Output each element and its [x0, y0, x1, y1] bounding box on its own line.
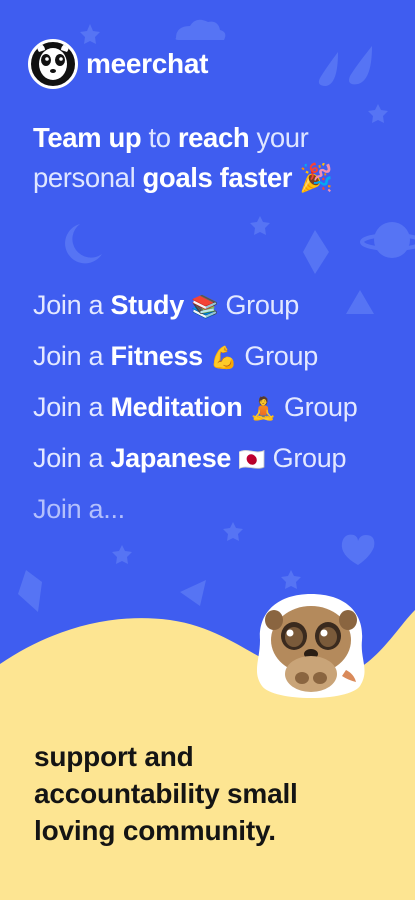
flexed-biceps-icon: 💪 — [210, 345, 238, 370]
group-prefix: Join a — [33, 443, 111, 473]
meerkat-logo-icon — [28, 39, 78, 89]
drop-decoration-icon — [318, 52, 338, 86]
group-prefix: Join a — [33, 392, 111, 422]
headline-text: Team up — [33, 122, 142, 153]
group-prefix: Join a — [33, 290, 111, 320]
tagline: support and accountability small loving … — [34, 738, 394, 849]
list-item: Join a... — [33, 484, 413, 535]
group-prefix: Join a... — [33, 494, 125, 524]
group-name: Study — [110, 290, 184, 320]
group-suffix: Group — [244, 341, 318, 371]
star-decoration-icon — [250, 216, 270, 235]
headline: Team up to reach your personal goals fas… — [33, 118, 393, 198]
party-popper-icon: 🎉 — [292, 162, 334, 193]
headline-text: goals faster — [142, 162, 293, 193]
group-suffix: Group — [272, 443, 347, 473]
headline-text: reach — [177, 122, 250, 153]
tagline-line: accountability small — [34, 778, 298, 809]
tagline-line: support and — [34, 741, 194, 772]
group-name: Meditation — [110, 392, 243, 422]
meditation-icon: 🧘 — [249, 396, 277, 421]
tagline-line: loving community. — [34, 815, 276, 846]
books-icon: 📚 — [191, 294, 219, 319]
group-suffix: Group — [225, 290, 300, 320]
list-item: Join a Meditation 🧘 Group — [33, 382, 413, 433]
list-item: Join a Study 📚 Group — [33, 280, 413, 331]
group-prefix: Join a — [33, 341, 111, 371]
headline-line-1: Team up to reach your — [33, 118, 393, 158]
group-suffix: Group — [283, 392, 358, 422]
meerkat-mascot-icon — [256, 594, 365, 698]
group-name: Fitness — [110, 341, 203, 371]
app-name: meerchat — [86, 48, 209, 79]
drop-decoration-icon — [349, 46, 372, 85]
kite-decoration-icon — [303, 230, 329, 274]
group-name: Japanese — [110, 443, 232, 473]
moon-decoration-icon — [65, 224, 102, 264]
headline-text: personal — [33, 162, 143, 193]
app-brand: meerchat — [28, 38, 208, 90]
headline-text: your — [249, 122, 309, 153]
headline-text: to — [141, 122, 178, 153]
planet-decoration-icon — [374, 222, 410, 258]
list-item: Join a Fitness 💪 Group — [33, 331, 413, 382]
headline-line-2: personal goals faster 🎉 — [33, 158, 393, 198]
group-list: Join a Study 📚 Group Join a Fitness 💪 Gr… — [33, 280, 413, 535]
cloud-decoration-icon — [175, 19, 226, 40]
japan-flag-icon: 🇯🇵 — [238, 447, 266, 472]
list-item: Join a Japanese 🇯🇵 Group — [33, 433, 413, 484]
